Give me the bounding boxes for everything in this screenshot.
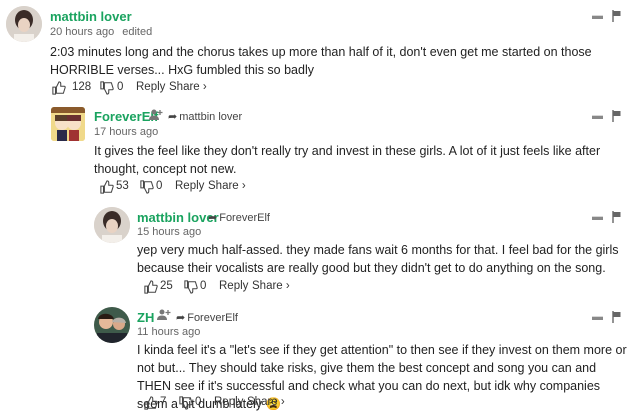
flag-icon	[612, 110, 621, 122]
reply-arrow-icon: ➦	[176, 312, 186, 324]
comment-meta: 20 hours ago edited	[50, 26, 152, 38]
comment-text: It gives the feel like they don't really…	[94, 144, 601, 176]
thumbs-up-icon	[144, 396, 158, 410]
share-button[interactable]: Share ›	[252, 280, 290, 292]
share-button[interactable]: Share ›	[208, 180, 246, 192]
flag-icon	[612, 311, 621, 323]
dislike-button[interactable]	[100, 81, 114, 98]
dislike-button[interactable]	[179, 396, 193, 413]
thumbs-down-icon	[184, 280, 198, 294]
reply-to-user[interactable]: ➦ ForeverElf	[208, 211, 270, 224]
comment: mattbin lover ➦ ForeverElf 15 hours ago y…	[0, 200, 640, 300]
timestamp[interactable]: 15 hours ago	[137, 226, 201, 238]
thumbs-up-icon	[52, 81, 66, 95]
chevron-up-icon: ▬	[592, 10, 603, 22]
thumbs-up-icon	[144, 280, 158, 294]
user-plus-icon	[157, 309, 171, 320]
like-count: 53	[116, 180, 129, 192]
comment-actions: 25 0 Reply Share ›	[142, 280, 342, 296]
flag-icon	[612, 10, 621, 22]
thumbs-down-icon	[100, 81, 114, 95]
avatar[interactable]	[94, 207, 130, 243]
collapse-button[interactable]: ▬	[592, 10, 603, 22]
comment: ZH ➦ ForeverElf 11 hours ago I kinda feel…	[0, 300, 640, 415]
comment: ForeverElf ➦ mattbin lover 17 hours ago I…	[0, 100, 640, 200]
like-count: 25	[160, 280, 173, 292]
avatar[interactable]	[51, 107, 85, 141]
dislike-count: 0	[200, 280, 207, 292]
chevron-up-icon: ▬	[592, 110, 603, 122]
comment-actions: 7 0 Reply Share ›	[142, 396, 342, 412]
report-button[interactable]	[612, 210, 622, 228]
report-button[interactable]	[612, 109, 622, 127]
collapse-button[interactable]: ▬	[592, 211, 603, 223]
timestamp[interactable]: 20 hours ago	[50, 26, 114, 38]
collapse-button[interactable]: ▬	[592, 311, 603, 323]
reply-button[interactable]: Reply	[214, 396, 243, 408]
share-button[interactable]: Share ›	[247, 396, 285, 408]
dislike-count: 0	[117, 81, 124, 93]
like-button[interactable]	[100, 180, 114, 197]
edited-label: edited	[122, 26, 153, 38]
chevron-up-icon: ▬	[592, 311, 603, 323]
reply-button[interactable]: Reply	[175, 180, 204, 192]
dislike-count: 0	[195, 396, 202, 408]
reply-to-user[interactable]: ➦ ForeverElf	[176, 311, 238, 324]
reply-to-name: mattbin lover	[179, 111, 243, 123]
reply-to-user[interactable]: ➦ mattbin lover	[168, 110, 242, 123]
collapse-button[interactable]: ▬	[592, 110, 603, 122]
like-count: 7	[160, 396, 167, 408]
share-button[interactable]: Share ›	[169, 81, 207, 93]
timestamp[interactable]: 11 hours ago	[137, 326, 200, 338]
like-count: 128	[72, 81, 92, 93]
username[interactable]: mattbin lover	[137, 210, 219, 225]
follow-button[interactable]	[157, 309, 171, 324]
comment-actions: 53 0 Reply Share ›	[98, 180, 298, 196]
thumbs-up-icon	[100, 180, 114, 194]
avatar[interactable]	[94, 307, 130, 343]
report-button[interactable]	[612, 310, 622, 328]
like-button[interactable]	[144, 280, 158, 297]
thumbs-down-icon	[179, 396, 193, 410]
dislike-count: 0	[156, 180, 163, 192]
username[interactable]: ZH	[137, 310, 154, 325]
reply-button[interactable]: Reply	[136, 81, 165, 93]
reply-button[interactable]: Reply	[219, 280, 248, 292]
reply-arrow-icon: ➦	[168, 111, 178, 123]
chevron-up-icon: ▬	[592, 211, 603, 223]
like-button[interactable]	[52, 81, 66, 98]
reply-arrow-icon: ➦	[208, 212, 218, 224]
like-button[interactable]	[144, 396, 158, 413]
comment: mattbin lover 20 hours ago edited 2:03 mi…	[0, 0, 640, 100]
comment-text: 2:03 minutes long and the chorus takes u…	[50, 45, 592, 77]
reply-to-name: ForeverElf	[219, 212, 270, 224]
user-plus-icon	[149, 109, 163, 120]
follow-button[interactable]	[149, 109, 163, 124]
thumbs-down-icon	[140, 180, 154, 194]
report-button[interactable]	[612, 9, 622, 27]
reply-to-name: ForeverElf	[187, 312, 238, 324]
avatar[interactable]	[6, 6, 42, 42]
comment-text: yep very much half-assed. they made fans…	[137, 243, 619, 275]
flag-icon	[612, 211, 621, 223]
comment-actions: 128 0 Reply Share ›	[50, 81, 250, 97]
username[interactable]: mattbin lover	[50, 9, 132, 24]
timestamp[interactable]: 17 hours ago	[94, 126, 158, 138]
dislike-button[interactable]	[184, 280, 198, 297]
dislike-button[interactable]	[140, 180, 154, 197]
